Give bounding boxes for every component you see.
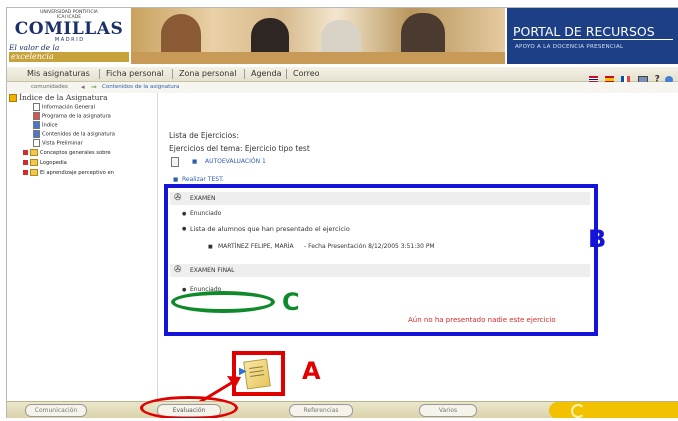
bottom-tabs-bar: Comunicación Evaluación Referencias Vari… [7, 401, 678, 418]
browser-window: UNIVERSIDAD PONTIFICIA ICAI ICADE COMILL… [6, 7, 678, 418]
tab-comunicacion[interactable]: Comunicación [25, 404, 87, 417]
annotation-arrow [194, 376, 241, 407]
yellow-pill [549, 402, 678, 418]
annotation-ellipse-evaluacion [140, 396, 238, 418]
tab-referencias[interactable]: Referencias [289, 404, 353, 417]
tab-varios[interactable]: Varios [419, 404, 477, 417]
refresh-icon[interactable] [571, 404, 585, 418]
